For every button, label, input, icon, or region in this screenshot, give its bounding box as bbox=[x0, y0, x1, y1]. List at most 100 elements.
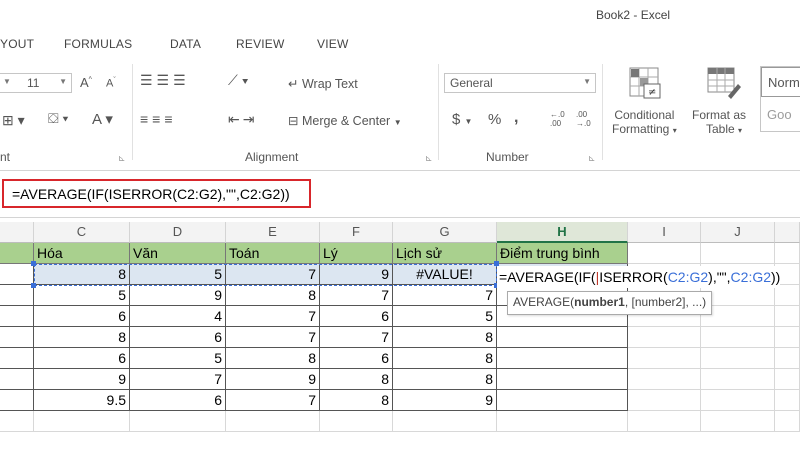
cell-H1[interactable]: Điểm trung bình bbox=[497, 243, 628, 264]
cell-C4[interactable]: 6 bbox=[34, 306, 130, 327]
font-size-combo[interactable]: ▼ 11 ▼ bbox=[0, 73, 72, 93]
cell-G1[interactable]: Lịch sử bbox=[393, 243, 497, 264]
cell-J7[interactable] bbox=[701, 369, 775, 390]
decrease-decimal-button[interactable]: .00 →.0 bbox=[576, 110, 594, 128]
cell-I1[interactable] bbox=[628, 243, 701, 264]
column-header-F[interactable]: F bbox=[320, 222, 393, 243]
cell-B1[interactable] bbox=[0, 243, 34, 264]
font-color-icon[interactable]: A ▾ bbox=[92, 110, 113, 128]
cell-H5[interactable] bbox=[497, 327, 628, 348]
range-handle[interactable] bbox=[31, 261, 36, 266]
column-header-H[interactable]: H bbox=[497, 222, 628, 243]
tab-data[interactable]: DATA bbox=[170, 37, 201, 51]
dialog-launcher-icon[interactable]: ⊾ bbox=[588, 153, 596, 164]
cell-E9[interactable] bbox=[226, 411, 320, 432]
cell-J5[interactable] bbox=[701, 327, 775, 348]
cell-B5[interactable] bbox=[0, 327, 34, 348]
indent-icon[interactable]: ⇤⇥ bbox=[228, 111, 257, 128]
cell-D6[interactable]: 5 bbox=[130, 348, 226, 369]
cell-D7[interactable]: 7 bbox=[130, 369, 226, 390]
cell-B8[interactable] bbox=[0, 390, 34, 411]
cell-B4[interactable] bbox=[0, 306, 34, 327]
cell-I7[interactable] bbox=[628, 369, 701, 390]
cell-K7[interactable] bbox=[775, 369, 800, 390]
dialog-launcher-icon[interactable]: ⊾ bbox=[118, 153, 126, 164]
cell-D5[interactable]: 6 bbox=[130, 327, 226, 348]
range-handle[interactable] bbox=[31, 283, 36, 288]
column-header-D[interactable]: D bbox=[130, 222, 226, 243]
tab-review[interactable]: REVIEW bbox=[236, 37, 285, 51]
column-header-K[interactable] bbox=[775, 222, 800, 243]
cell-F9[interactable] bbox=[320, 411, 393, 432]
cell-B2[interactable] bbox=[0, 264, 34, 285]
tab-page-layout[interactable]: YOUT bbox=[0, 37, 34, 51]
column-header-E[interactable]: E bbox=[226, 222, 320, 243]
tab-view[interactable]: VIEW bbox=[317, 37, 348, 51]
cell-I9[interactable] bbox=[628, 411, 701, 432]
cell-D2[interactable]: 5 bbox=[130, 264, 226, 285]
cell-E7[interactable]: 9 bbox=[226, 369, 320, 390]
cell-B7[interactable] bbox=[0, 369, 34, 390]
cell-C8[interactable]: 9.5 bbox=[34, 390, 130, 411]
cell-D9[interactable] bbox=[130, 411, 226, 432]
align-left-icon[interactable]: ≡≡≡ bbox=[140, 111, 177, 127]
number-format-combo[interactable]: General ▼ bbox=[444, 73, 596, 93]
cell-B3[interactable] bbox=[0, 285, 34, 306]
cell-J6[interactable] bbox=[701, 348, 775, 369]
cell-B6[interactable] bbox=[0, 348, 34, 369]
cell-formula-editor[interactable]: =AVERAGE(IF(|ISERROR(C2:G2),"",C2:G2)) bbox=[497, 266, 781, 288]
top-align-icon[interactable]: ☰☰☰ bbox=[140, 72, 190, 89]
cell-K5[interactable] bbox=[775, 327, 800, 348]
currency-button[interactable]: $ ▼ bbox=[452, 111, 472, 128]
cell-I5[interactable] bbox=[628, 327, 701, 348]
cell-F8[interactable]: 8 bbox=[320, 390, 393, 411]
orientation-icon[interactable]: ⟋ ▾ bbox=[228, 72, 249, 89]
cell-H9[interactable] bbox=[497, 411, 628, 432]
cell-C5[interactable]: 8 bbox=[34, 327, 130, 348]
dialog-launcher-icon[interactable]: ⊾ bbox=[425, 153, 433, 164]
style-good[interactable]: Goo bbox=[767, 107, 792, 122]
cell-C2[interactable]: 8 bbox=[34, 264, 130, 285]
cell-H7[interactable] bbox=[497, 369, 628, 390]
cell-B9[interactable] bbox=[0, 411, 34, 432]
grow-font-icon[interactable]: A^ bbox=[80, 75, 92, 90]
formula-input-highlight[interactable]: =AVERAGE(IF(ISERROR(C2:G2),"",C2:G2)) bbox=[2, 179, 311, 208]
percent-button[interactable]: % bbox=[488, 111, 501, 128]
cell-E8[interactable]: 7 bbox=[226, 390, 320, 411]
cell-K4[interactable] bbox=[775, 306, 800, 327]
cell-G8[interactable]: 9 bbox=[393, 390, 497, 411]
cell-E4[interactable]: 7 bbox=[226, 306, 320, 327]
cell-D4[interactable]: 4 bbox=[130, 306, 226, 327]
cell-I8[interactable] bbox=[628, 390, 701, 411]
cell-K1[interactable] bbox=[775, 243, 800, 264]
merge-center-button[interactable]: ⊟ Merge & Center ▼ bbox=[288, 113, 402, 128]
cell-F7[interactable]: 8 bbox=[320, 369, 393, 390]
fill-color-icon[interactable]: ⛋ ▾ bbox=[48, 110, 68, 127]
cell-K3[interactable] bbox=[775, 285, 800, 306]
cell-D3[interactable]: 9 bbox=[130, 285, 226, 306]
cell-E6[interactable]: 8 bbox=[226, 348, 320, 369]
cell-C7[interactable]: 9 bbox=[34, 369, 130, 390]
wrap-text-button[interactable]: ↵ Wrap Text bbox=[288, 76, 358, 91]
cell-F4[interactable]: 6 bbox=[320, 306, 393, 327]
comma-button[interactable]: , bbox=[514, 109, 518, 127]
column-header-C[interactable]: C bbox=[34, 222, 130, 243]
cell-G9[interactable] bbox=[393, 411, 497, 432]
cell-H6[interactable] bbox=[497, 348, 628, 369]
cell-H8[interactable] bbox=[497, 390, 628, 411]
cell-J8[interactable] bbox=[701, 390, 775, 411]
cell-K9[interactable] bbox=[775, 411, 800, 432]
format-as-table-button[interactable]: Format as Table ▾ bbox=[692, 108, 746, 136]
cell-C6[interactable]: 6 bbox=[34, 348, 130, 369]
cell-K8[interactable] bbox=[775, 390, 800, 411]
cell-G4[interactable]: 5 bbox=[393, 306, 497, 327]
cell-G6[interactable]: 8 bbox=[393, 348, 497, 369]
cell-F5[interactable]: 7 bbox=[320, 327, 393, 348]
shrink-font-icon[interactable]: Aˇ bbox=[106, 77, 116, 90]
column-header-J[interactable]: J bbox=[701, 222, 775, 243]
column-header-G[interactable]: G bbox=[393, 222, 497, 243]
cell-I6[interactable] bbox=[628, 348, 701, 369]
cell-J9[interactable] bbox=[701, 411, 775, 432]
cell-G7[interactable]: 8 bbox=[393, 369, 497, 390]
cell-F6[interactable]: 6 bbox=[320, 348, 393, 369]
